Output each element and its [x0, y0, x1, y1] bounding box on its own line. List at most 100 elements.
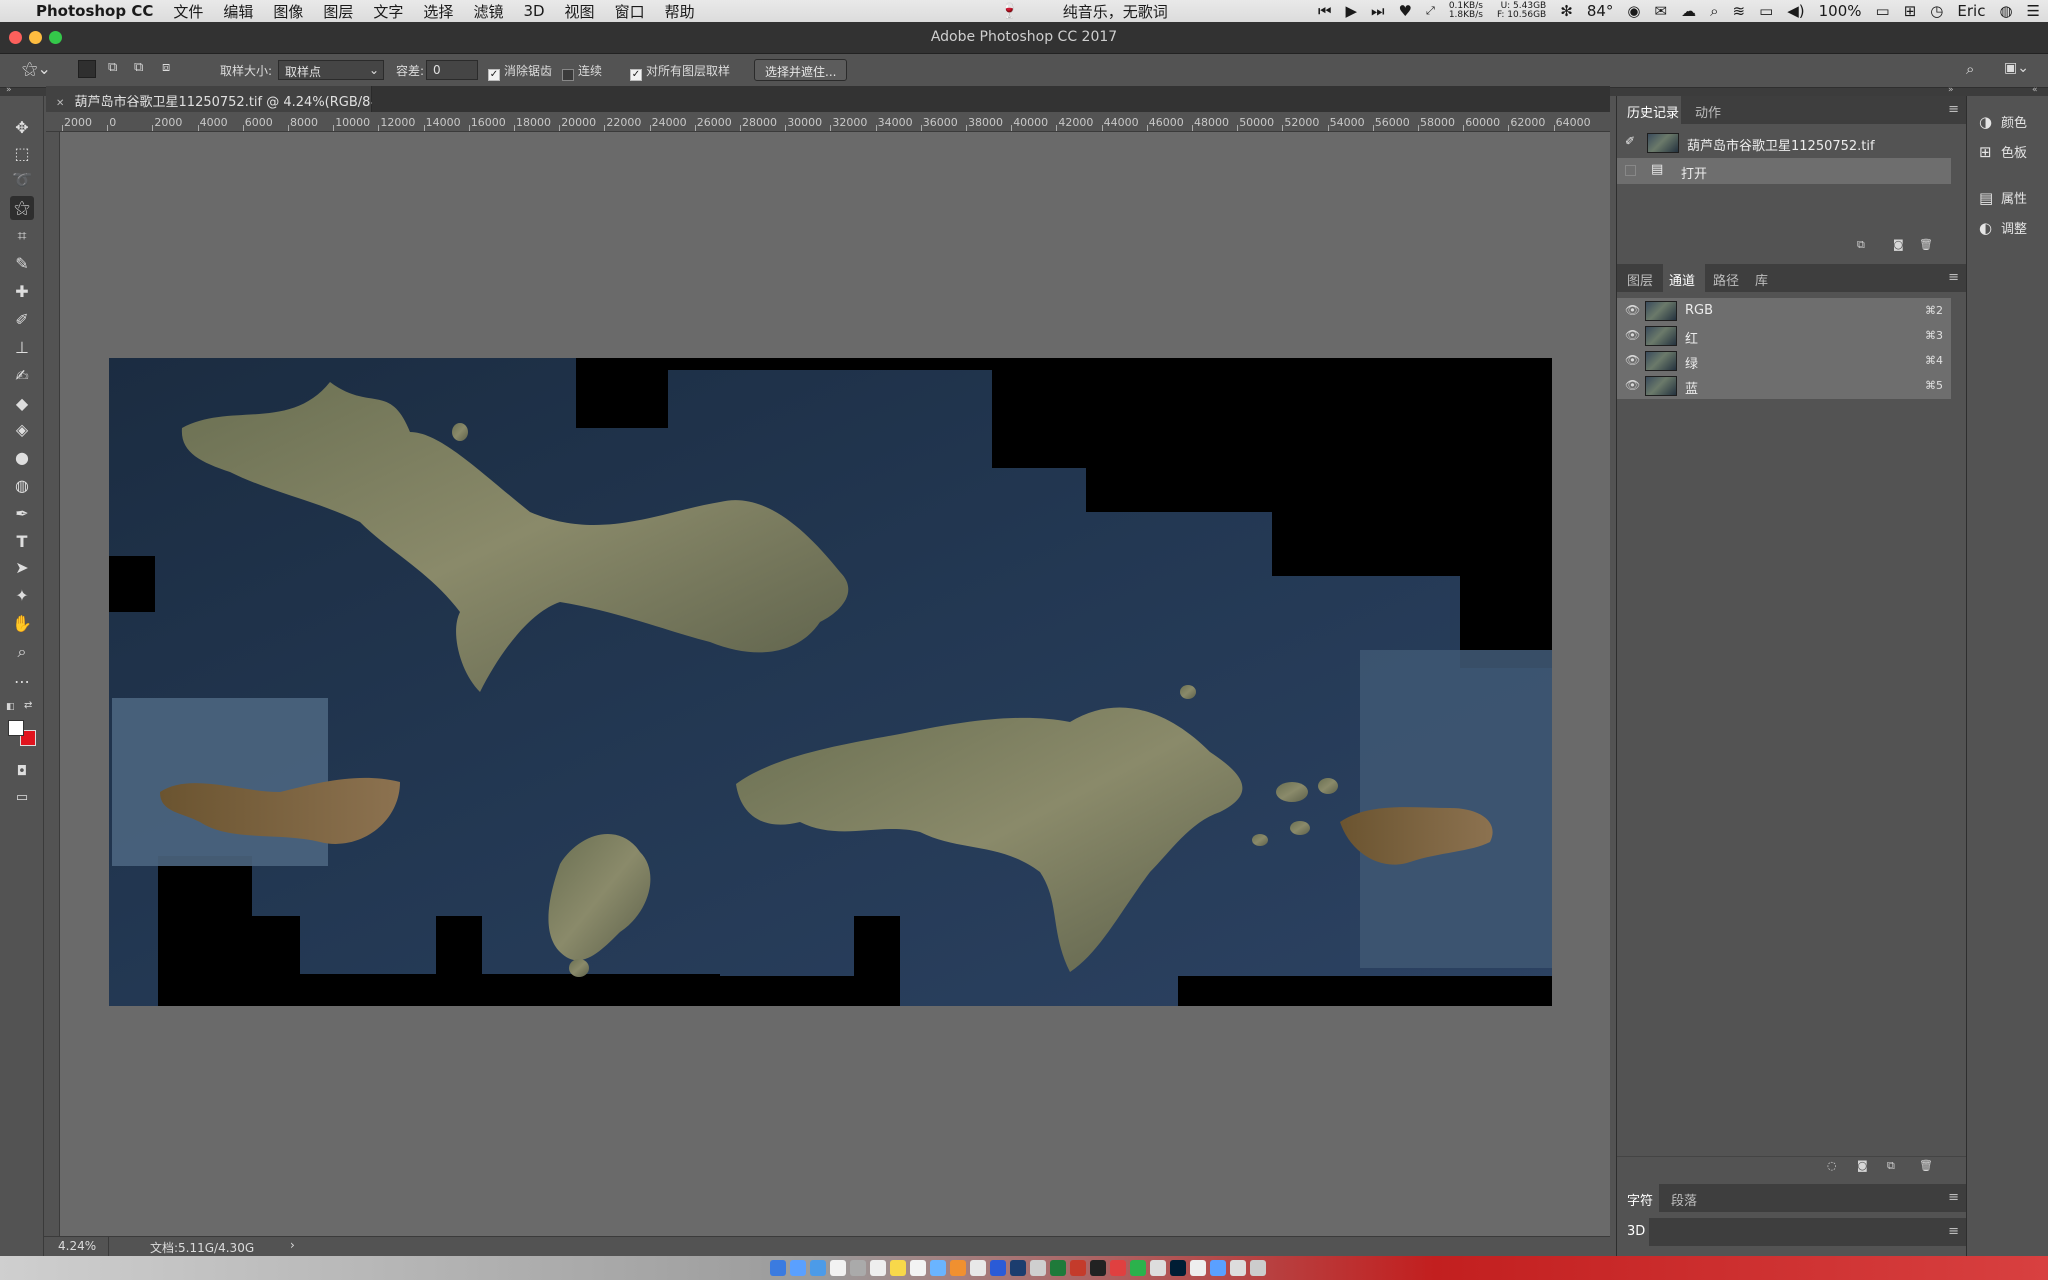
wifi-icon[interactable]: ≋ — [1732, 2, 1745, 20]
crop-tool-icon[interactable]: ⌗ — [10, 224, 34, 248]
menu-image[interactable]: 图像 — [273, 1, 303, 22]
new-document-from-state-icon[interactable]: ⧉ — [1857, 238, 1865, 252]
tab-character[interactable]: 字符 — [1627, 1190, 1653, 1209]
expand-arrows-icon[interactable]: ⤢ — [1426, 4, 1435, 18]
trash-icon[interactable]: 🗑 — [1919, 238, 1933, 251]
siri-icon[interactable]: ◍ — [1999, 2, 2012, 20]
select-and-mask-button[interactable]: 选择并遮住... — [754, 59, 848, 81]
brush-tool-icon[interactable]: ✐ — [10, 308, 34, 332]
folder-icon[interactable] — [1210, 1260, 1226, 1276]
swap-colors-icon[interactable]: ⇄ — [24, 700, 32, 711]
path-selection-tool-icon[interactable]: ➤ — [10, 556, 34, 580]
messages-icon[interactable] — [970, 1260, 986, 1276]
new-selection-icon[interactable] — [78, 60, 96, 78]
camera-icon[interactable]: ◙ — [1893, 238, 1904, 251]
contiguous-checkbox[interactable]: ✓ — [562, 69, 574, 81]
pen-tool-icon[interactable]: ✒ — [10, 502, 34, 526]
sample-size-select[interactable]: 取样点 ⌄ — [278, 60, 384, 80]
user-name[interactable]: Eric — [1957, 2, 1985, 20]
document-tab[interactable]: ✕ 葫芦岛市谷歌卫星11250752.tif @ 4.24%(RGB/8#) — [46, 86, 386, 112]
launchpad-icon[interactable] — [790, 1260, 806, 1276]
airplay-icon[interactable]: ▭ — [1759, 2, 1773, 20]
panel-menu-icon[interactable]: ≡ — [1948, 1224, 1959, 1239]
tolerance-input[interactable]: 0 — [426, 60, 478, 80]
collapse-panels-icon[interactable]: » — [1948, 85, 1954, 95]
channel-row-green[interactable]: 👁 绿 ⌘4 — [1617, 348, 1951, 374]
input-method-icon[interactable]: ⊞ — [1904, 2, 1917, 20]
excel-icon[interactable] — [1050, 1260, 1066, 1276]
next-track-icon[interactable]: ⏭ — [1371, 2, 1385, 20]
anti-alias-checkbox[interactable]: ✓ — [488, 69, 500, 81]
app-menu[interactable]: Photoshop CC — [36, 2, 153, 20]
notification-center-icon[interactable]: ☰ — [2027, 2, 2040, 20]
tab-layers[interactable]: 图层 — [1627, 270, 1653, 289]
new-channel-icon[interactable]: ⧉ — [1887, 1159, 1895, 1173]
steam-icon[interactable] — [1010, 1260, 1026, 1276]
shape-tool-icon[interactable]: ✦ — [10, 584, 34, 608]
channel-row-red[interactable]: 👁 红 ⌘3 — [1617, 323, 1951, 349]
clone-stamp-tool-icon[interactable]: ⊥ — [10, 336, 34, 360]
contiguous-option[interactable]: ✓ 连续 — [562, 62, 602, 81]
document-info[interactable]: 文档:5.11G/4.30G — [150, 1239, 254, 1256]
battery-icon[interactable]: ▭ — [1876, 2, 1890, 20]
blur-tool-icon[interactable]: ● — [10, 446, 34, 470]
magic-wand-preset-icon[interactable]: ⚝⌄ — [22, 59, 51, 79]
anti-alias-option[interactable]: ✓ 消除锯齿 — [488, 62, 552, 81]
channel-row-blue[interactable]: 👁 蓝 ⌘5 — [1617, 373, 1951, 399]
tab-actions[interactable]: 动作 — [1695, 102, 1721, 121]
maps-icon[interactable] — [930, 1260, 946, 1276]
type-tool-icon[interactable]: T — [10, 530, 34, 554]
close-tab-icon[interactable]: ✕ — [56, 98, 64, 109]
history-brush-source-icon[interactable]: ✐ — [1625, 134, 1635, 148]
search-icon[interactable]: ⌕ — [1966, 60, 1974, 78]
paint-bucket-tool-icon[interactable]: ◈ — [10, 418, 34, 442]
qq-dock-icon[interactable] — [1090, 1260, 1106, 1276]
canvas-area[interactable] — [60, 132, 1610, 1236]
dock-item-swatches[interactable]: ⊞ 色板 — [1979, 142, 2027, 161]
tab-3d[interactable]: 3D — [1627, 1224, 1645, 1239]
tab-paragraph[interactable]: 段落 — [1671, 1190, 1697, 1209]
status-menu-chevron-icon[interactable]: › — [290, 1238, 295, 1252]
calendar-icon[interactable] — [870, 1260, 886, 1276]
clock-icon[interactable]: ◷ — [1930, 2, 1943, 20]
menu-help[interactable]: 帮助 — [665, 1, 695, 22]
heart-icon[interactable]: ♥ — [1399, 2, 1412, 20]
expand-dock-icon[interactable]: « — [2032, 85, 2038, 95]
panel-menu-icon[interactable]: ≡ — [1948, 102, 1959, 117]
zoom-level[interactable]: 4.24% — [58, 1239, 96, 1253]
fan-icon[interactable]: ✻ — [1560, 2, 1573, 20]
search-icon[interactable]: ⌕ — [1710, 2, 1718, 20]
foreground-color-swatch[interactable] — [8, 720, 24, 736]
powerpoint-icon[interactable] — [1070, 1260, 1086, 1276]
netease-music-icon[interactable] — [1110, 1260, 1126, 1276]
eye-icon[interactable]: 👁 — [1625, 328, 1640, 342]
hand-tool-icon[interactable]: ✋ — [10, 612, 34, 636]
panel-menu-icon[interactable]: ≡ — [1948, 270, 1959, 285]
photoshop-icon[interactable] — [1170, 1260, 1186, 1276]
healing-brush-tool-icon[interactable]: ✚ — [10, 280, 34, 304]
wine-glass-icon[interactable]: 🍷 — [1000, 2, 1019, 20]
quick-mask-icon[interactable]: ◘ — [10, 760, 34, 784]
notes-icon[interactable] — [890, 1260, 906, 1276]
satellite-image[interactable] — [60, 132, 1610, 1236]
tab-libraries[interactable]: 库 — [1755, 270, 1768, 289]
lasso-tool-icon[interactable]: ➰ — [10, 168, 34, 192]
move-tool-icon[interactable]: ✥ — [10, 116, 34, 140]
qq-icon[interactable]: ◉ — [1627, 2, 1640, 20]
zoom-tool-icon[interactable]: ⌕ — [10, 640, 34, 664]
tab-channels[interactable]: 通道 — [1669, 270, 1695, 289]
more-tools-icon[interactable]: ⋯ — [10, 670, 34, 694]
history-state-row[interactable]: ▤ 打开 — [1617, 158, 1951, 184]
trash-dock-icon[interactable] — [1250, 1260, 1266, 1276]
dodge-tool-icon[interactable]: ◍ — [10, 474, 34, 498]
add-to-selection-icon[interactable]: ⧉ — [108, 60, 117, 75]
default-colors-icon[interactable]: ◧ — [6, 702, 15, 712]
eyedropper-tool-icon[interactable]: ✎ — [10, 252, 34, 276]
wechat-dock-icon[interactable] — [1130, 1260, 1146, 1276]
notification-icon[interactable]: ✉ — [1655, 2, 1668, 20]
collapse-left-icon[interactable]: » — [6, 85, 12, 95]
eye-icon[interactable]: 👁 — [1625, 353, 1640, 367]
magic-wand-tool-icon[interactable]: ⚝ — [10, 196, 34, 220]
history-state-checkbox[interactable] — [1625, 165, 1636, 176]
preview-icon[interactable] — [1150, 1260, 1166, 1276]
